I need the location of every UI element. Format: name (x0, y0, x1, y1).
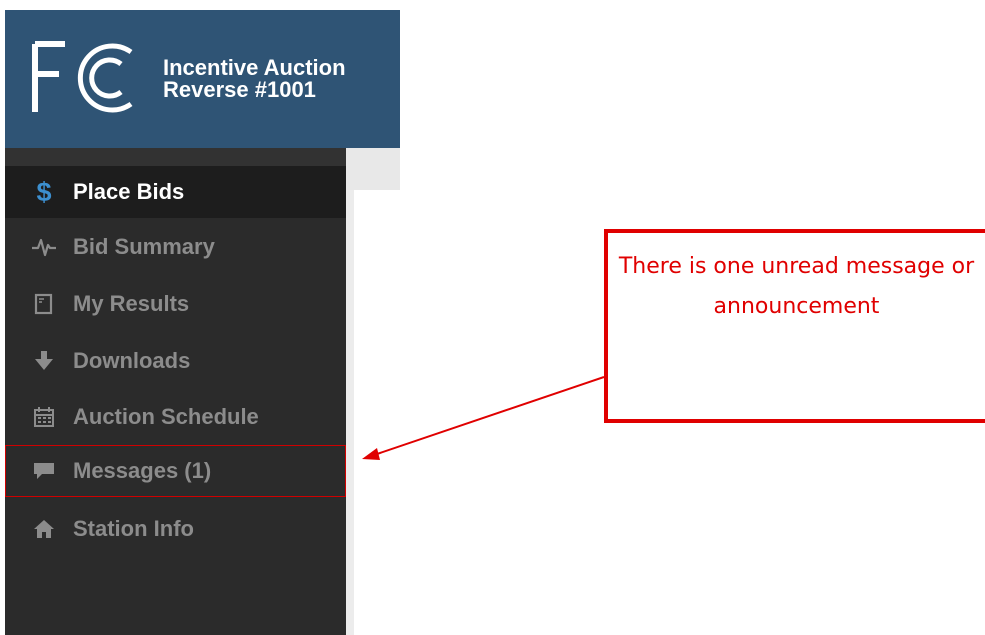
sidebar-item-label: Auction Schedule (73, 404, 259, 429)
content-top-bar (346, 148, 400, 190)
sidebar-item-auction-schedule[interactable]: Auction Schedule (5, 391, 346, 443)
content-edge (346, 190, 354, 635)
sidebar-top-strip (5, 148, 346, 166)
sidebar-item-place-bids[interactable]: $ Place Bids (5, 166, 346, 218)
arrow-down-icon (31, 348, 57, 374)
chat-icon (31, 458, 57, 484)
fcc-logo-icon[interactable] (31, 40, 141, 116)
app-title-line2: Reverse #1001 (163, 77, 316, 102)
sidebar-item-label: Downloads (73, 348, 191, 373)
sidebar: $ Place Bids Bid Summary My Results Down… (5, 148, 346, 635)
sidebar-item-label: Station Info (73, 516, 194, 541)
app-title: Incentive Auction Reverse #1001 (163, 57, 346, 101)
home-icon (31, 516, 57, 542)
dollar-icon: $ (36, 177, 52, 207)
sidebar-item-label: My Results (73, 291, 190, 316)
sidebar-item-station-info[interactable]: Station Info (5, 503, 346, 555)
sidebar-item-my-results[interactable]: My Results (5, 278, 346, 330)
sidebar-item-label: Place Bids (73, 179, 185, 204)
sidebar-item-label: Bid Summary (73, 234, 215, 259)
sidebar-item-bid-summary[interactable]: Bid Summary (5, 221, 346, 273)
sidebar-item-label: Messages (1) (73, 458, 212, 483)
pulse-icon (31, 234, 57, 260)
annotation-text: There is one unread message or announcem… (618, 254, 975, 319)
app-header: Incentive Auction Reverse #1001 (5, 10, 400, 148)
annotation-callout: There is one unread message or announcem… (604, 229, 985, 423)
sidebar-item-downloads[interactable]: Downloads (5, 335, 346, 387)
app-title-line1: Incentive Auction (163, 55, 346, 80)
sidebar-item-messages[interactable]: Messages (1) (5, 445, 346, 497)
page: Incentive Auction Reverse #1001 $ Place … (0, 0, 985, 635)
calendar-icon (31, 404, 57, 430)
document-icon (31, 291, 57, 317)
